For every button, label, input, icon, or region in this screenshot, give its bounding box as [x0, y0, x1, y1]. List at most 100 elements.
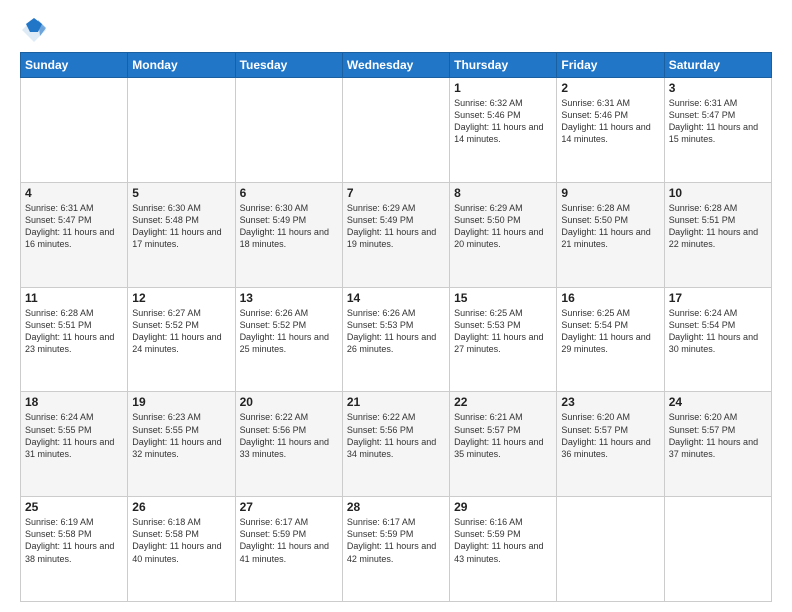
calendar-header-row: SundayMondayTuesdayWednesdayThursdayFrid… [21, 53, 772, 78]
calendar-cell: 27 Sunrise: 6:17 AM Sunset: 5:59 PM Dayli… [235, 497, 342, 602]
calendar-cell: 5Sunrise: 6:30 AM Sunset: 5:48 PM Daylig… [128, 182, 235, 287]
calendar-cell: 23Sunrise: 6:20 AM Sunset: 5:57 PM Dayli… [557, 392, 664, 497]
day-number: 6 [240, 186, 338, 200]
calendar-cell: 7 Sunrise: 6:29 AM Sunset: 5:49 PM Daylig… [342, 182, 449, 287]
calendar-cell: 28Sunrise: 6:17 AM Sunset: 5:59 PM Dayli… [342, 497, 449, 602]
calendar-week-4: 18 Sunrise: 6:24 AM Sunset: 5:55 PM Dayli… [21, 392, 772, 497]
day-info: Sunrise: 6:29 AM Sunset: 5:50 PM Dayligh… [454, 202, 552, 251]
day-number: 21 [347, 395, 445, 409]
day-info: Sunrise: 6:29 AM Sunset: 5:49 PM Dayligh… [347, 202, 445, 251]
day-number: 15 [454, 291, 552, 305]
calendar-cell: 9 Sunrise: 6:28 AM Sunset: 5:50 PM Daylig… [557, 182, 664, 287]
day-number: 20 [240, 395, 338, 409]
day-info: Sunrise: 6:26 AM Sunset: 5:53 PM Dayligh… [347, 307, 445, 356]
calendar-cell [235, 78, 342, 183]
calendar-cell: 19 Sunrise: 6:23 AM Sunset: 5:55 PM Dayli… [128, 392, 235, 497]
calendar-cell: 10 Sunrise: 6:28 AM Sunset: 5:51 PM Dayli… [664, 182, 771, 287]
day-info: Sunrise: 6:20 AM Sunset: 5:57 PM Dayligh… [669, 411, 767, 460]
calendar-header-sunday: Sunday [21, 53, 128, 78]
day-number: 26 [132, 500, 230, 514]
day-info: Sunrise: 6:19 AM Sunset: 5:58 PM Dayligh… [25, 516, 123, 565]
day-number: 14 [347, 291, 445, 305]
calendar-cell: 1 Sunrise: 6:32 AM Sunset: 5:46 PM Daylig… [450, 78, 557, 183]
calendar-cell: 6 Sunrise: 6:30 AM Sunset: 5:49 PM Daylig… [235, 182, 342, 287]
day-info: Sunrise: 6:32 AM Sunset: 5:46 PM Dayligh… [454, 97, 552, 146]
calendar-header-wednesday: Wednesday [342, 53, 449, 78]
calendar-cell: 17 Sunrise: 6:24 AM Sunset: 5:54 PM Dayli… [664, 287, 771, 392]
day-info: Sunrise: 6:23 AM Sunset: 5:55 PM Dayligh… [132, 411, 230, 460]
calendar-cell: 12 Sunrise: 6:27 AM Sunset: 5:52 PM Dayli… [128, 287, 235, 392]
calendar-header-thursday: Thursday [450, 53, 557, 78]
calendar-cell: 13Sunrise: 6:26 AM Sunset: 5:52 PM Dayli… [235, 287, 342, 392]
day-info: Sunrise: 6:17 AM Sunset: 5:59 PM Dayligh… [240, 516, 338, 565]
day-number: 29 [454, 500, 552, 514]
day-number: 12 [132, 291, 230, 305]
day-info: Sunrise: 6:22 AM Sunset: 5:56 PM Dayligh… [240, 411, 338, 460]
day-info: Sunrise: 6:22 AM Sunset: 5:56 PM Dayligh… [347, 411, 445, 460]
day-number: 5 [132, 186, 230, 200]
day-info: Sunrise: 6:25 AM Sunset: 5:53 PM Dayligh… [454, 307, 552, 356]
day-info: Sunrise: 6:27 AM Sunset: 5:52 PM Dayligh… [132, 307, 230, 356]
day-number: 24 [669, 395, 767, 409]
day-number: 27 [240, 500, 338, 514]
day-number: 9 [561, 186, 659, 200]
calendar-header-friday: Friday [557, 53, 664, 78]
calendar-header-tuesday: Tuesday [235, 53, 342, 78]
day-number: 11 [25, 291, 123, 305]
day-number: 2 [561, 81, 659, 95]
page: SundayMondayTuesdayWednesdayThursdayFrid… [0, 0, 792, 612]
day-number: 19 [132, 395, 230, 409]
calendar-cell: 22 Sunrise: 6:21 AM Sunset: 5:57 PM Dayli… [450, 392, 557, 497]
day-info: Sunrise: 6:24 AM Sunset: 5:55 PM Dayligh… [25, 411, 123, 460]
calendar-cell: 18 Sunrise: 6:24 AM Sunset: 5:55 PM Dayli… [21, 392, 128, 497]
day-number: 17 [669, 291, 767, 305]
day-info: Sunrise: 6:24 AM Sunset: 5:54 PM Dayligh… [669, 307, 767, 356]
calendar-cell [21, 78, 128, 183]
calendar-table: SundayMondayTuesdayWednesdayThursdayFrid… [20, 52, 772, 602]
calendar-cell [342, 78, 449, 183]
calendar-cell: 20 Sunrise: 6:22 AM Sunset: 5:56 PM Dayli… [235, 392, 342, 497]
calendar-cell: 14 Sunrise: 6:26 AM Sunset: 5:53 PM Dayli… [342, 287, 449, 392]
calendar-cell: 21 Sunrise: 6:22 AM Sunset: 5:56 PM Dayli… [342, 392, 449, 497]
day-info: Sunrise: 6:30 AM Sunset: 5:49 PM Dayligh… [240, 202, 338, 251]
calendar-cell: 16 Sunrise: 6:25 AM Sunset: 5:54 PM Dayli… [557, 287, 664, 392]
day-number: 1 [454, 81, 552, 95]
day-number: 4 [25, 186, 123, 200]
logo [20, 16, 52, 44]
day-info: Sunrise: 6:31 AM Sunset: 5:46 PM Dayligh… [561, 97, 659, 146]
calendar-cell: 2 Sunrise: 6:31 AM Sunset: 5:46 PM Daylig… [557, 78, 664, 183]
day-info: Sunrise: 6:28 AM Sunset: 5:50 PM Dayligh… [561, 202, 659, 251]
day-number: 7 [347, 186, 445, 200]
day-number: 25 [25, 500, 123, 514]
day-info: Sunrise: 6:28 AM Sunset: 5:51 PM Dayligh… [669, 202, 767, 251]
header [20, 16, 772, 44]
logo-icon [20, 16, 48, 44]
day-info: Sunrise: 6:17 AM Sunset: 5:59 PM Dayligh… [347, 516, 445, 565]
calendar-cell: 29 Sunrise: 6:16 AM Sunset: 5:59 PM Dayli… [450, 497, 557, 602]
day-info: Sunrise: 6:26 AM Sunset: 5:52 PM Dayligh… [240, 307, 338, 356]
calendar-header-monday: Monday [128, 53, 235, 78]
calendar-cell: 25 Sunrise: 6:19 AM Sunset: 5:58 PM Dayli… [21, 497, 128, 602]
calendar-cell: 8Sunrise: 6:29 AM Sunset: 5:50 PM Daylig… [450, 182, 557, 287]
calendar-week-5: 25 Sunrise: 6:19 AM Sunset: 5:58 PM Dayli… [21, 497, 772, 602]
calendar-cell: 15 Sunrise: 6:25 AM Sunset: 5:53 PM Dayli… [450, 287, 557, 392]
day-info: Sunrise: 6:25 AM Sunset: 5:54 PM Dayligh… [561, 307, 659, 356]
calendar-header-saturday: Saturday [664, 53, 771, 78]
calendar-cell: 24 Sunrise: 6:20 AM Sunset: 5:57 PM Dayli… [664, 392, 771, 497]
day-info: Sunrise: 6:18 AM Sunset: 5:58 PM Dayligh… [132, 516, 230, 565]
day-number: 18 [25, 395, 123, 409]
day-info: Sunrise: 6:28 AM Sunset: 5:51 PM Dayligh… [25, 307, 123, 356]
calendar-cell: 4Sunrise: 6:31 AM Sunset: 5:47 PM Daylig… [21, 182, 128, 287]
day-info: Sunrise: 6:21 AM Sunset: 5:57 PM Dayligh… [454, 411, 552, 460]
calendar-cell: 3Sunrise: 6:31 AM Sunset: 5:47 PM Daylig… [664, 78, 771, 183]
day-info: Sunrise: 6:16 AM Sunset: 5:59 PM Dayligh… [454, 516, 552, 565]
calendar-cell [664, 497, 771, 602]
calendar-cell [557, 497, 664, 602]
day-number: 10 [669, 186, 767, 200]
day-info: Sunrise: 6:31 AM Sunset: 5:47 PM Dayligh… [669, 97, 767, 146]
calendar-cell: 11 Sunrise: 6:28 AM Sunset: 5:51 PM Dayli… [21, 287, 128, 392]
day-number: 22 [454, 395, 552, 409]
calendar-week-3: 11 Sunrise: 6:28 AM Sunset: 5:51 PM Dayli… [21, 287, 772, 392]
calendar-week-1: 1 Sunrise: 6:32 AM Sunset: 5:46 PM Daylig… [21, 78, 772, 183]
day-number: 16 [561, 291, 659, 305]
